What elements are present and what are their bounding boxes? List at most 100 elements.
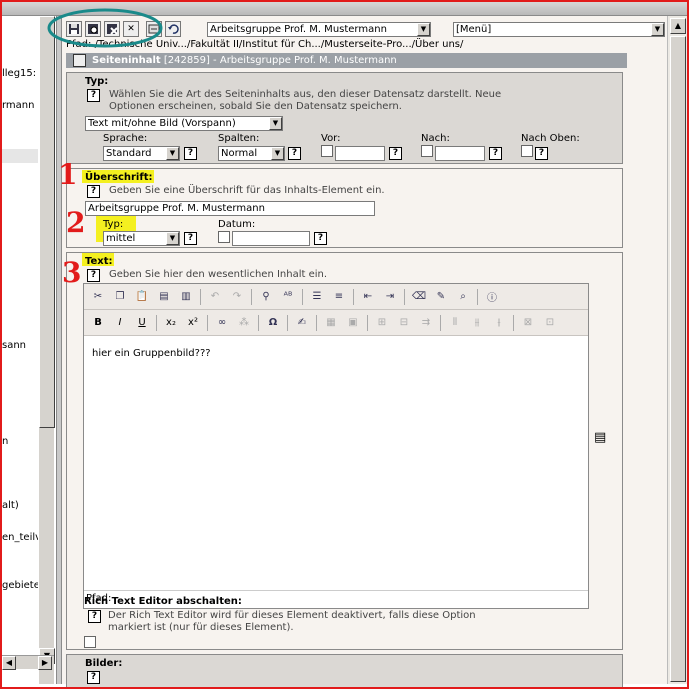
tree-item[interactable]: en_teilv [2,532,40,543]
help-icon[interactable]: ? [87,269,100,282]
date-input[interactable] [232,231,310,246]
columns-select[interactable]: Normal ▼ [218,146,285,161]
tree-scroll-thumb[interactable] [39,16,55,428]
cell-merge-icon[interactable]: ⊠ [520,315,536,331]
help-icon[interactable]: ⓘ [484,289,500,305]
copy-icon[interactable]: ❐ [112,289,128,305]
help-icon[interactable]: ? [87,671,100,684]
date-checkbox[interactable] [218,231,230,243]
tree-item[interactable]: rmann [2,100,40,111]
chevron-down-icon[interactable]: ▼ [271,147,284,160]
header-input[interactable]: Arbeitsgruppe Prof. M. Mustermann [85,201,375,216]
spellcheck-icon[interactable]: ᴬᴮ [280,289,296,305]
record-header: Seiteninhalt [242859] - Arbeitsgruppe Pr… [66,53,627,68]
tree-item[interactable]: n [2,436,40,447]
row-insert-icon[interactable]: ⊞ [374,315,390,331]
nach-input[interactable] [435,146,485,161]
unordered-list-icon[interactable]: ☰ [309,289,325,305]
tree-hscrollbar[interactable]: ◀ ▶ [2,655,54,670]
italic-icon[interactable]: I [112,315,128,331]
nach-checkbox[interactable] [421,145,433,157]
table-insert-icon[interactable]: ▦ [323,315,339,331]
scroll-right-icon[interactable]: ▶ [38,656,52,670]
col-insert-icon[interactable]: ⫴ [447,315,463,331]
chevron-down-icon[interactable]: ▼ [651,23,664,36]
subscript-icon[interactable]: x₂ [163,315,179,331]
undo-icon[interactable]: ↶ [207,289,223,305]
page-select-value: Arbeitsgruppe Prof. M. Mustermann [210,24,387,35]
separator [156,314,157,331]
chevron-down-icon[interactable]: ▼ [166,147,179,160]
ordered-list-icon[interactable]: ≡ [331,289,347,305]
sprache-label: Sprache: [103,133,148,144]
page-select[interactable]: Arbeitsgruppe Prof. M. Mustermann ▼ [207,22,431,37]
help-icon[interactable]: ? [184,232,197,245]
vor-input[interactable] [335,146,385,161]
rte-disable-checkbox[interactable] [84,636,96,648]
row-delete-icon[interactable]: ⊟ [396,315,412,331]
col-delete-icon[interactable]: ⫵ [469,315,485,331]
table-props-icon[interactable]: ▣ [345,315,361,331]
row-split-icon[interactable]: ⇉ [418,315,434,331]
chevron-down-icon[interactable]: ▼ [269,117,282,130]
menu-select[interactable]: [Menü] ▼ [453,22,665,37]
cleanup-icon[interactable]: ✎ [433,289,449,305]
col-split-icon[interactable]: ⫲ [491,315,507,331]
help-icon[interactable]: ? [314,232,327,245]
help-icon[interactable]: ? [489,147,502,160]
content-type-select[interactable]: Text mit/ohne Bild (Vorspann) ▼ [85,116,283,131]
paste-icon[interactable]: 📋 [134,289,150,305]
redo-icon[interactable]: ↷ [229,289,245,305]
link-icon[interactable]: ∞ [214,315,230,331]
chevron-down-icon[interactable]: ▼ [166,232,179,245]
help-icon[interactable]: ? [288,147,301,160]
chevron-down-icon[interactable]: ▼ [417,23,430,36]
rte-toggle-label: Rich Text Editor abschalten: [84,596,242,607]
remove-format-icon[interactable]: ⌫ [411,289,427,305]
circle-annotation [47,8,163,48]
separator [477,288,478,305]
main-scroll-thumb[interactable] [670,36,686,682]
special-char-icon[interactable]: Ω [265,315,281,331]
scroll-up-icon[interactable]: ▲ [670,18,686,34]
columns-value: Normal [221,148,258,159]
header-label: Überschrift: [85,172,153,183]
preview-icon[interactable]: ⌕ [455,289,471,305]
bold-icon[interactable]: B [90,315,106,331]
content-type-value: Text mit/ohne Bild (Vorspann) [88,118,236,129]
header-type-select[interactable]: mittel ▼ [103,231,180,246]
find-icon[interactable]: ⚲ [258,289,274,305]
bilder-label: Bilder: [85,658,123,669]
undo-icon[interactable] [165,21,181,37]
user-element-icon[interactable]: ✍ [294,315,310,331]
paste-text-icon[interactable]: ▤ [156,289,172,305]
tree-item[interactable]: alt) [2,500,40,511]
underline-icon[interactable]: U [134,315,150,331]
tree-scrollbar[interactable]: ▼ [38,16,55,684]
unlink-icon[interactable]: ⁂ [236,315,252,331]
scroll-left-icon[interactable]: ◀ [2,656,16,670]
nach-oben-checkbox[interactable] [521,145,533,157]
tree-item[interactable]: gebiete [2,580,40,591]
rich-text-editor[interactable]: ✂ ❐ 📋 ▤ ▥ ↶ ↷ ⚲ ᴬᴮ ☰ ≡ ⇤ ⇥ ⌫ ✎ ⌕ ⓘ B I U… [83,283,589,609]
main-scrollbar[interactable]: ▲ [667,16,687,684]
cell-props-icon[interactable]: ⊡ [542,315,558,331]
help-icon[interactable]: ? [88,610,101,623]
fullscreen-icon[interactable]: ▤ [594,430,612,446]
superscript-icon[interactable]: x² [185,315,201,331]
indent-icon[interactable]: ⇥ [382,289,398,305]
cut-icon[interactable]: ✂ [90,289,106,305]
help-icon[interactable]: ? [535,147,548,160]
help-icon[interactable]: ? [87,185,100,198]
help-icon[interactable]: ? [87,89,100,102]
paste-word-icon[interactable]: ▥ [178,289,194,305]
separator [404,288,405,305]
tree-item[interactable]: sann [2,340,40,351]
tree-item[interactable]: lleg15: [2,68,40,79]
help-icon[interactable]: ? [389,147,402,160]
outdent-icon[interactable]: ⇤ [360,289,376,305]
vor-checkbox[interactable] [321,145,333,157]
rte-content[interactable]: hier ein Gruppenbild??? [92,348,211,359]
help-icon[interactable]: ? [184,147,197,160]
language-select[interactable]: Standard ▼ [103,146,180,161]
